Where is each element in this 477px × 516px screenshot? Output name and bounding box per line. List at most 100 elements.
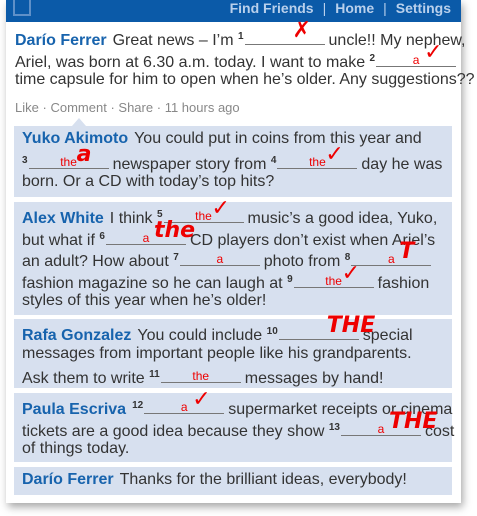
comment-body: Alex White I think 5 the ✓ music’s a good id… [22, 198, 464, 312]
comment-pointer [72, 118, 86, 126]
correction-mark: ✓ [325, 141, 344, 167]
comment: Paula Escriva 12 a ✓ supermarket receipts or… [14, 389, 454, 462]
text: fashion magazine so he can laugh at [22, 274, 288, 292]
written-answer: the [309, 154, 326, 169]
correction-mark: THE [388, 408, 438, 434]
text-line: messages from important people like his … [22, 343, 464, 365]
separator-dot: · [42, 100, 47, 115]
correction-mark: ✗ [292, 18, 311, 43]
text: Great news – I’m [112, 32, 238, 49]
nav-separator: | [383, 0, 387, 16]
gap-number: 13 [328, 421, 340, 433]
comment: Rafa Gonzalez You could include 10 THE spec… [14, 315, 452, 388]
text: but what if [22, 231, 100, 249]
text: You could put in coins from this year an… [134, 130, 422, 147]
separator-dot: · [156, 100, 162, 115]
gap-blank[interactable]: a [179, 251, 260, 266]
written-answer: the [192, 369, 210, 383]
written-answer: a [412, 52, 420, 67]
text: I think [109, 210, 157, 227]
text-line: 3 the a newspaper story from 4 the ✓ day he wa… [22, 143, 464, 173]
written-answer: a [216, 252, 224, 266]
text-line: time capsule for him to open when he’s o… [15, 69, 475, 91]
comment: Darío Ferrer Thanks for the brilliant ide… [14, 467, 452, 495]
share-link[interactable]: Share [118, 100, 153, 115]
text-line: tickets are a good idea because they sho… [22, 410, 464, 440]
author-name[interactable]: Alex White [22, 210, 104, 227]
text-line: born. Or a CD with today’s top hits? [22, 171, 464, 193]
correction-mark: ✓ [192, 387, 211, 412]
text-line: Darío Ferrer Thanks for the brilliant ide… [22, 469, 464, 491]
gap-blank[interactable]: ✗ [244, 20, 325, 45]
post-actions: Like · Comment · Share · 11 hours ago [15, 100, 240, 115]
text: Thanks for the brilliant ideas, everybod… [119, 471, 407, 488]
text: styles of this year when he’s older! [22, 292, 267, 309]
gap-number: 9 [287, 273, 293, 285]
top-nav-bar: Find Friends | Home | Settings [6, 0, 461, 22]
gap-number: 7 [173, 252, 179, 263]
comment-body: Paula Escriva 12 a ✓ supermarket receipts or… [22, 389, 464, 460]
home-link[interactable]: Home [335, 0, 374, 16]
correction-mark: T [399, 239, 415, 264]
gap-blank[interactable]: a ✓ [144, 389, 225, 414]
find-friends-link[interactable]: Find Friends [230, 0, 314, 16]
text-line: of things today. [22, 438, 464, 460]
text-line: styles of this year when he’s older! [22, 290, 464, 312]
text: an adult? How about [22, 253, 174, 270]
gap-blank[interactable]: the [160, 368, 241, 383]
written-answer: the [325, 273, 342, 288]
author-name[interactable]: Rafa Gonzalez [22, 327, 131, 344]
gap-number: 2 [369, 52, 376, 64]
gap-number: 1 [237, 31, 244, 42]
main-post: Darío Ferrer Great news – I’m 1 ✗ uncle!! M… [15, 20, 475, 91]
text: You could include [137, 327, 267, 344]
text: day he was [361, 155, 443, 173]
like-link[interactable]: Like [15, 100, 39, 115]
correction-mark: ✓ [424, 39, 443, 65]
gap-blank[interactable]: a ✓ [376, 41, 457, 67]
gap-blank[interactable]: the ✓ [293, 262, 374, 288]
text: of things today. [22, 440, 130, 457]
correction-mark: a [76, 141, 92, 167]
text: messages from important people like his … [22, 344, 412, 362]
comment-body: Yuko Akimoto You could put in coins from … [22, 128, 464, 193]
gap-number: 12 [132, 400, 144, 411]
author-name[interactable]: Darío Ferrer [22, 471, 114, 488]
gap-blank[interactable]: aT [351, 241, 432, 266]
correction-mark: ✓ [341, 260, 361, 286]
author-name[interactable]: Yuko Akimoto [22, 130, 128, 147]
nav-links: Find Friends | Home | Settings [230, 0, 451, 16]
text: Ariel, was born at 6.30 a.m. today. I wa… [15, 53, 370, 71]
gap-blank[interactable]: a the [105, 219, 195, 245]
text: born. Or a CD with today’s top hits? [22, 173, 275, 190]
gap-blank[interactable]: THE [278, 315, 375, 340]
gap-blank[interactable]: the ✓ [277, 143, 358, 169]
correction-mark: the [153, 217, 196, 243]
comment-body: Rafa Gonzalez You could include 10 THE spec… [22, 315, 464, 388]
text: photo from [263, 253, 345, 270]
logo-icon[interactable] [13, 0, 31, 16]
nav-separator: | [322, 0, 327, 16]
gap-number: 4 [270, 154, 277, 166]
text-line: but what if 6 a the CD players don’t exist … [22, 219, 464, 249]
comment: Yuko Akimoto You could put in coins from … [14, 126, 452, 197]
comment-link[interactable]: Comment [50, 100, 106, 115]
text: Ask them to write [22, 370, 150, 387]
text-line: Alex White I think 5 the ✓ music’s a good id… [22, 198, 464, 228]
text: messages by hand! [244, 370, 384, 387]
text: fashion [377, 274, 430, 292]
written-answer: a [180, 400, 188, 414]
correction-mark: ✓ [211, 196, 230, 221]
gap-blank[interactable]: a THE [340, 410, 437, 436]
correction-mark: THE [326, 313, 376, 338]
text: newspaper story from [112, 155, 271, 173]
author-name[interactable]: Darío Ferrer [15, 32, 107, 49]
text-line: fashion magazine so he can laugh at 9 the… [22, 262, 464, 292]
social-feed-card: Find Friends | Home | Settings Darío Ferrer G… [6, 0, 475, 503]
comment-body: Darío Ferrer Thanks for the brilliant ide… [22, 469, 464, 491]
gap-number: 10 [266, 326, 278, 337]
settings-link[interactable]: Settings [396, 0, 451, 16]
gap-blank[interactable]: the a [28, 143, 109, 169]
author-name[interactable]: Paula Escriva [22, 401, 126, 418]
gap-number: 3 [22, 154, 28, 166]
